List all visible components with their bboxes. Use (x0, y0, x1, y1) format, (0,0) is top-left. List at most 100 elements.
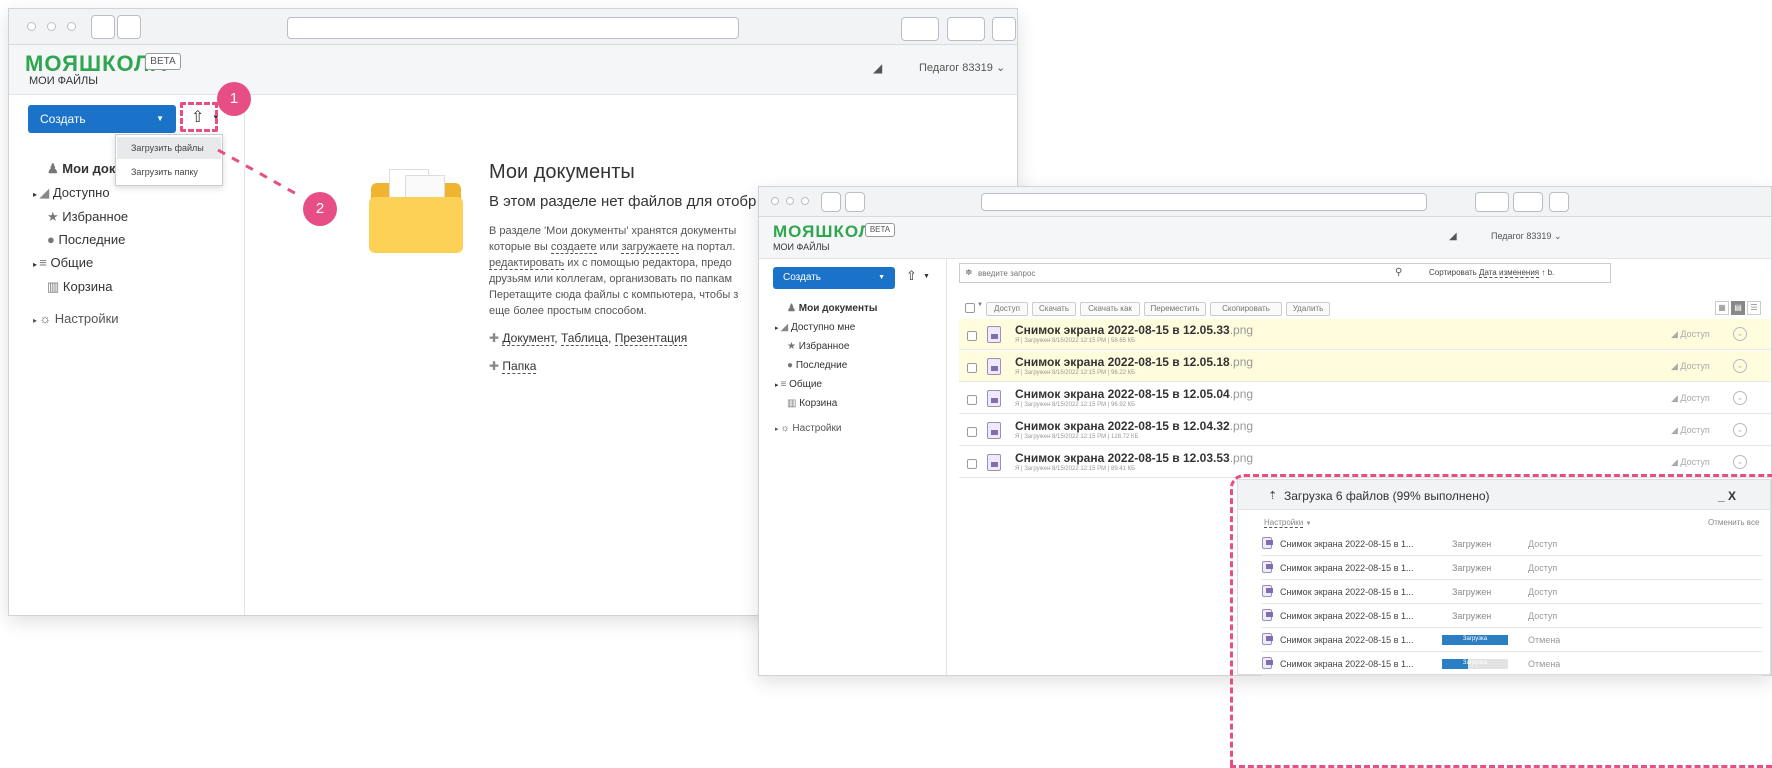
sidebar-item-my-documents[interactable]: ♟ Мои документы (787, 303, 877, 314)
file-name-text: Снимок экрана 2022-08-15 в 12.05.33 (1015, 323, 1230, 337)
caret-down-icon[interactable]: ▼ (977, 302, 983, 308)
select-all-checkbox[interactable] (965, 303, 975, 313)
row-checkbox[interactable] (967, 427, 977, 437)
file-extension: .png (1229, 419, 1254, 433)
tab-box[interactable] (845, 192, 865, 212)
stack-icon: ≡ (780, 379, 790, 390)
gear-icon: ☼ (780, 423, 793, 434)
grid-view-icon[interactable]: ▦ (1715, 301, 1729, 315)
row-checkbox[interactable] (967, 395, 977, 405)
row-checkbox[interactable] (967, 331, 977, 341)
file-name-text: Снимок экрана 2022-08-15 в 12.04.32 (1015, 419, 1230, 433)
upload-button[interactable]: ⇧ ▼ (903, 267, 933, 289)
action-move[interactable]: Переместить (1144, 302, 1206, 316)
file-name[interactable]: Снимок экрана 2022-08-15 в 12.05.18.png (1015, 355, 1253, 369)
more-options-icon[interactable]: ⌄ (1733, 327, 1747, 341)
step-badge-2: 2 (303, 192, 337, 226)
action-copy[interactable]: Скопировать (1210, 302, 1282, 316)
sort-label: Сортировать (1429, 268, 1477, 277)
sidebar-item-label: Общие (789, 379, 822, 390)
file-row[interactable]: Снимок экрана 2022-08-15 в 12.05.04.png … (959, 383, 1771, 414)
file-access-link[interactable]: ◢ Доступ (1671, 361, 1710, 372)
file-row[interactable]: Снимок экрана 2022-08-15 в 12.05.33.png … (959, 319, 1771, 350)
sidebar-item-label: Настройки (792, 423, 842, 434)
file-row[interactable]: Снимок экрана 2022-08-15 в 12.05.18.png … (959, 351, 1771, 382)
caret-down-icon: ▼ (923, 273, 930, 280)
search-icon[interactable]: ⚲ (1395, 267, 1402, 278)
toolbar-box[interactable] (1513, 192, 1543, 212)
file-meta: Я | Загружен 8/15/2022 12:15 PM | 96.92 … (1015, 402, 1136, 408)
window-minimize-dot[interactable] (786, 197, 794, 205)
share-icon: ◢ (1671, 425, 1681, 435)
file-row[interactable]: Снимок экрана 2022-08-15 в 12.04.32.png … (959, 415, 1771, 446)
file-extension: .png (1229, 387, 1254, 401)
share-icon: ◢ (1671, 329, 1681, 339)
upload-icon: ⇧ (906, 268, 917, 283)
file-access-link[interactable]: ◢ Доступ (1671, 425, 1710, 436)
file-name[interactable]: Снимок экрана 2022-08-15 в 12.03.53.png (1015, 451, 1253, 465)
more-options-icon[interactable]: ⌄ (1733, 359, 1747, 373)
sidebar-item-shared[interactable]: ▸ ◢ Доступно мне (775, 322, 855, 333)
beta-badge: BETA (865, 223, 895, 237)
create-button[interactable]: Создать ▼ (773, 267, 895, 289)
sidebar-item-recent[interactable]: ● Последние (787, 360, 847, 371)
row-checkbox[interactable] (967, 459, 977, 469)
access-label: Доступ (1680, 425, 1710, 435)
action-download-as[interactable]: Скачать как (1080, 302, 1140, 316)
action-delete[interactable]: Удалить (1286, 302, 1330, 316)
sidebar-item-favorites[interactable]: ★ Избранное (787, 341, 849, 352)
file-access-link[interactable]: ◢ Доступ (1671, 457, 1710, 468)
search-input[interactable] (978, 266, 1378, 280)
sidebar-item-settings[interactable]: ▸ ☼ Настройки (775, 423, 841, 434)
file-name-text: Снимок экрана 2022-08-15 в 12.05.04 (1015, 387, 1230, 401)
action-access[interactable]: Доступ (986, 302, 1028, 316)
image-file-icon (987, 454, 1001, 471)
sidebar-item-trash[interactable]: ▥ Корзина (787, 398, 837, 409)
compact-view-icon[interactable]: ☰ (1747, 301, 1761, 315)
clock-icon: ● (787, 360, 796, 371)
caret-down-icon: ▼ (878, 274, 885, 281)
trash-icon: ▥ (787, 398, 800, 409)
file-list: Снимок экрана 2022-08-15 в 12.05.33.png … (959, 319, 1771, 479)
chevron-down-icon: ⌄ (1553, 231, 1562, 241)
address-bar[interactable] (981, 193, 1427, 211)
file-meta: Я | Загружен 8/15/2022 12:15 PM | 128.72… (1015, 434, 1139, 440)
file-access-link[interactable]: ◢ Доступ (1671, 329, 1710, 340)
more-options-icon[interactable]: ⌄ (1733, 391, 1747, 405)
feed-icon[interactable]: ◢ (1449, 231, 1457, 242)
more-options-icon[interactable]: ⌄ (1733, 423, 1747, 437)
image-file-icon (987, 358, 1001, 375)
window-close-dot[interactable] (771, 197, 779, 205)
file-name[interactable]: Снимок экрана 2022-08-15 в 12.04.32.png (1015, 419, 1253, 433)
action-download[interactable]: Скачать (1032, 302, 1076, 316)
filter-icon[interactable]: ≑ (965, 267, 973, 278)
toolbar-box[interactable] (1549, 192, 1569, 212)
sidebar-item-label: Доступно мне (790, 322, 856, 333)
sort-direction[interactable]: ↑ b. (1541, 268, 1554, 277)
sidebar-item-common[interactable]: ▸ ≡ Общие (775, 379, 822, 390)
access-label: Доступ (1680, 457, 1710, 467)
image-file-icon (987, 422, 1001, 439)
file-meta: Я | Загружен 8/15/2022 12:15 PM | 58.65 … (1015, 338, 1136, 344)
share-icon: ◢ (780, 322, 791, 333)
file-access-link[interactable]: ◢ Доступ (1671, 393, 1710, 404)
sort-value[interactable]: Дата изменения (1479, 268, 1540, 278)
user-menu[interactable]: Педагог 83319 ⌄ (1491, 231, 1562, 242)
tab-box[interactable] (821, 192, 841, 212)
window-maximize-dot[interactable] (801, 197, 809, 205)
row-checkbox[interactable] (967, 363, 977, 373)
sidebar-item-label: Корзина (799, 398, 838, 409)
more-options-icon[interactable]: ⌄ (1733, 455, 1747, 469)
list-view-icon[interactable]: ▤ (1731, 301, 1745, 315)
image-file-icon (987, 326, 1001, 343)
file-extension: .png (1229, 355, 1254, 369)
user-icon: ♟ (787, 303, 799, 314)
star-icon: ★ (787, 341, 799, 352)
toolbar-box[interactable] (1475, 192, 1509, 212)
file-name[interactable]: Снимок экрана 2022-08-15 в 12.05.33.png (1015, 323, 1253, 337)
sidebar-item-label: Последние (795, 360, 848, 371)
file-name[interactable]: Снимок экрана 2022-08-15 в 12.05.04.png (1015, 387, 1253, 401)
file-extension: .png (1229, 451, 1254, 465)
sort-control[interactable]: Сортировать Дата изменения ↑ b. (1429, 268, 1554, 278)
highlight-upload-panel (1230, 474, 1772, 768)
